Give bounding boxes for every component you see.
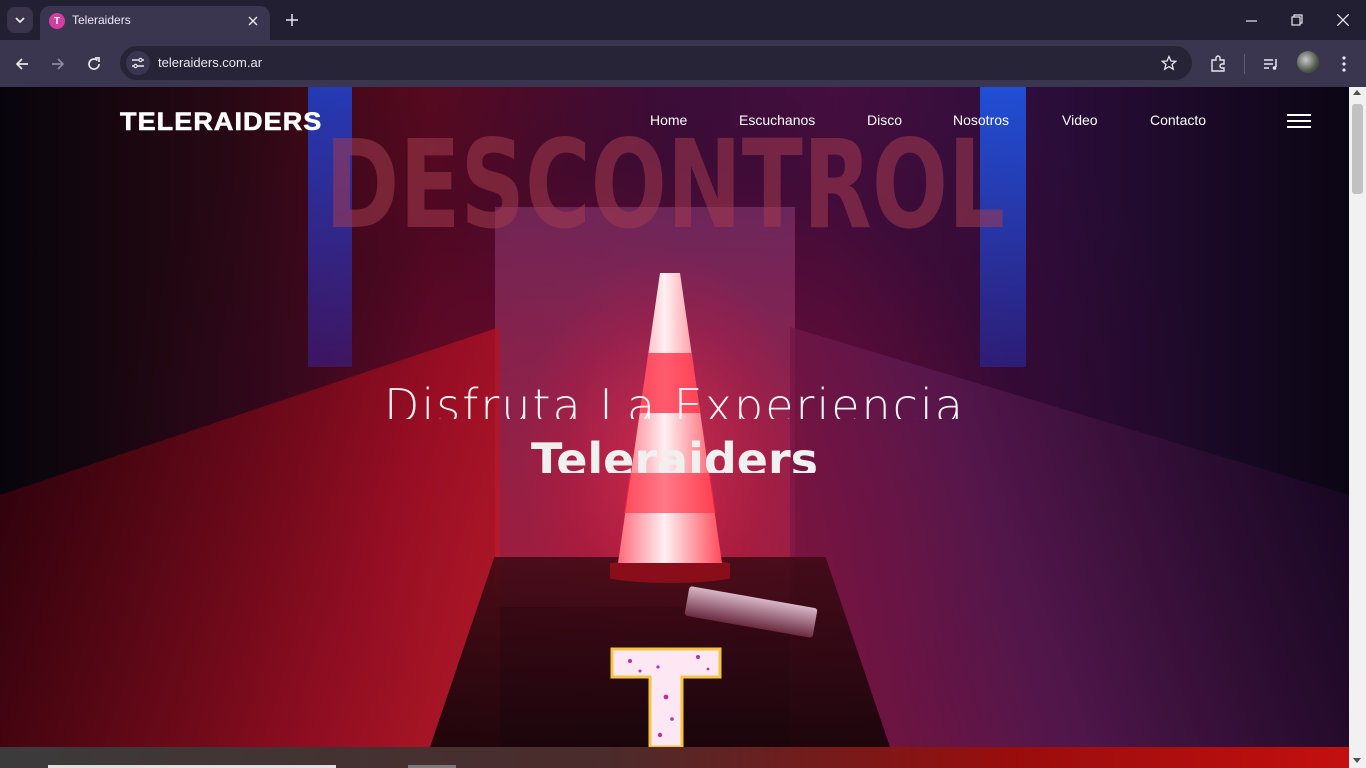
media-controls-button[interactable] xyxy=(1259,52,1283,76)
hamburger-icon-bar xyxy=(1287,120,1311,122)
hero-band-name: Teleraiders xyxy=(530,433,819,473)
nav-link-disco[interactable]: Disco xyxy=(867,112,902,128)
scroll-down-arrow-icon[interactable] xyxy=(1353,758,1361,763)
tab-strip: T Teleraiders xyxy=(0,0,1366,40)
scrollbar-thumb[interactable] xyxy=(1352,104,1363,194)
hero-headline: Disfruta La Experiencia Teleraiders xyxy=(0,377,1349,473)
back-arrow-icon xyxy=(15,58,28,70)
hamburger-icon xyxy=(1287,114,1311,116)
page-scrollbar[interactable] xyxy=(1349,87,1366,768)
active-tab[interactable]: T Teleraiders xyxy=(40,6,270,40)
forward-arrow-icon xyxy=(52,58,65,70)
restore-button[interactable] xyxy=(1285,8,1309,32)
t-logo-image xyxy=(610,647,722,747)
site-settings-button[interactable] xyxy=(126,51,150,75)
nav-link-escuchanos[interactable]: Escuchanos xyxy=(739,112,815,128)
descontrol-art-text: DESCONTROL xyxy=(325,115,1005,245)
close-window-button[interactable] xyxy=(1331,8,1355,32)
browser-toolbar: teleraiders.com.ar xyxy=(0,40,1366,87)
browser-menu-button[interactable] xyxy=(1332,52,1356,76)
nav-link-nosotros[interactable]: Nosotros xyxy=(953,112,1009,128)
new-tab-button[interactable] xyxy=(282,10,302,30)
kebab-menu-icon xyxy=(1342,56,1346,72)
forward-button[interactable] xyxy=(46,52,70,76)
hamburger-menu-button[interactable] xyxy=(1287,114,1313,130)
page-viewport: DESCONTROL Disfruta La Experiencia Teler… xyxy=(0,87,1349,768)
tab-search-button[interactable] xyxy=(7,7,33,33)
minimize-icon xyxy=(1245,19,1257,22)
site-nav: Home Escuchanos Disco Nosotros Video Con… xyxy=(0,112,1349,132)
descontrol-graffiti-art: DESCONTROL xyxy=(325,115,1005,245)
back-button[interactable] xyxy=(10,52,34,76)
plus-icon xyxy=(286,14,298,26)
nav-link-home[interactable]: Home xyxy=(650,112,687,128)
site-settings-icon xyxy=(132,57,144,69)
tab-title: Teleraiders xyxy=(72,13,131,27)
hamburger-icon-bar xyxy=(1287,126,1311,128)
extensions-button[interactable] xyxy=(1206,52,1230,76)
toolbar-divider xyxy=(1244,54,1245,74)
address-bar[interactable]: teleraiders.com.ar xyxy=(120,46,1192,80)
url-text: teleraiders.com.ar xyxy=(158,55,263,70)
star-icon xyxy=(1161,55,1177,71)
profile-avatar[interactable] xyxy=(1297,51,1319,73)
nav-link-contacto[interactable]: Contacto xyxy=(1150,112,1206,128)
minimize-button[interactable] xyxy=(1239,8,1263,32)
tab-favicon: T xyxy=(49,13,65,29)
media-controls-icon xyxy=(1264,59,1277,70)
close-icon xyxy=(248,16,258,26)
nav-link-video[interactable]: Video xyxy=(1062,112,1098,128)
restore-icon xyxy=(1291,14,1303,26)
bookmark-button[interactable] xyxy=(1160,54,1178,72)
hero-section: DESCONTROL Disfruta La Experiencia Teler… xyxy=(0,87,1349,747)
tab-search-icon xyxy=(15,17,25,24)
reload-icon xyxy=(88,57,100,70)
extensions-icon xyxy=(1211,55,1225,72)
tab-close-button[interactable] xyxy=(244,12,262,30)
reload-button[interactable] xyxy=(82,52,106,76)
scroll-up-arrow-icon[interactable] xyxy=(1353,90,1361,95)
hero-tagline: Disfruta La Experiencia xyxy=(384,379,965,419)
close-icon xyxy=(1337,14,1349,26)
next-section-band xyxy=(0,747,1349,768)
